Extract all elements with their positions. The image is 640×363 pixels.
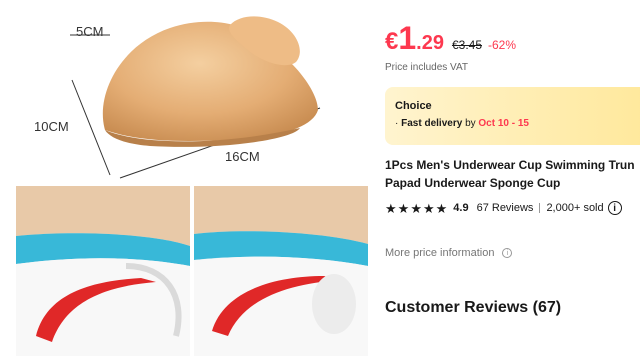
star-icon: ★ [422, 200, 435, 216]
price-currency: € [385, 28, 399, 55]
product-info-panel: €1.29 €3.45 -62% Price includes VAT Choice… [385, 0, 640, 363]
divider [539, 203, 541, 213]
main-product-image[interactable]: 5CM 10CM 16CM [0, 0, 372, 186]
dimension-height-label: 5CM [76, 24, 103, 39]
price-decimal: .29 [416, 32, 444, 54]
rating-score: 4.9 [453, 202, 469, 214]
delivery-by: by [465, 118, 476, 129]
price-integer: 1 [398, 20, 417, 56]
delivery-dates: Oct 10 - 15 [478, 118, 529, 129]
product-gallery: 5CM 10CM 16CM [0, 0, 372, 363]
price-row: €1.29 €3.45 -62% [385, 20, 516, 57]
delivery-info: · Fast delivery by Oct 10 - 15 [395, 118, 529, 129]
sold-count: 2,000+ sold [546, 202, 604, 214]
rating-row: ★ ★ ★ ★ ★ 4.9 67 Reviews 2,000+ sold i [385, 201, 622, 215]
more-price-label: More price information [385, 247, 495, 259]
more-price-info[interactable]: More price information i [385, 247, 513, 259]
reviews-link[interactable]: 67 Reviews [477, 202, 534, 214]
vat-note: Price includes VAT [385, 62, 468, 73]
star-icon: ★ [397, 200, 410, 216]
original-price: €3.45 [451, 38, 482, 52]
star-icon: ★ [410, 200, 422, 216]
fast-delivery-label: Fast delivery [401, 118, 463, 129]
choice-banner[interactable]: Choice · Fast delivery by Oct 10 - 15 [385, 87, 640, 145]
choice-badge: Choice [395, 100, 432, 112]
product-title-line: 1Pcs Men's Underwear Cup Swimming Trun [385, 158, 635, 172]
thumbnail-row [16, 186, 368, 356]
discount-badge: -62% [488, 38, 517, 52]
star-rating: ★ ★ ★ ★ ★ [385, 202, 447, 215]
dimension-length-label: 16CM [225, 149, 260, 164]
star-icon: ★ [435, 200, 448, 216]
dimension-depth-label: 10CM [34, 119, 69, 134]
info-icon[interactable]: i [502, 248, 513, 258]
product-title-line: Papad Underwear Sponge Cup [385, 176, 561, 190]
info-icon[interactable]: i [607, 201, 622, 215]
star-icon: ★ [385, 200, 397, 216]
customer-reviews-heading: Customer Reviews (67) [385, 299, 562, 316]
product-title: 1Pcs Men's Underwear Cup Swimming Trun P… [385, 156, 640, 192]
bullet: · [395, 118, 399, 129]
product-thumbnail[interactable] [194, 186, 368, 356]
product-thumbnail[interactable] [16, 186, 190, 356]
